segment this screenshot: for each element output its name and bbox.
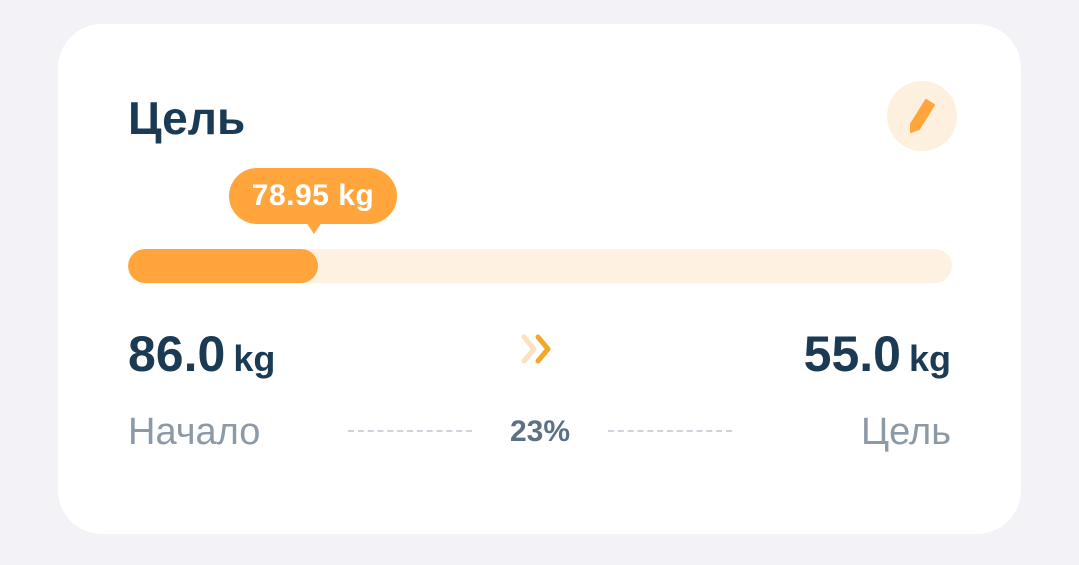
- dashed-divider-right: [608, 430, 732, 432]
- start-label: Начало: [128, 411, 261, 453]
- pencil-icon: [910, 99, 935, 133]
- progress-bar: [128, 249, 952, 283]
- dashed-divider-left: [348, 430, 472, 432]
- goal-weight: 55.0 kg: [804, 326, 951, 382]
- goal-card: Цель 78.95 kg 86.0 kg 55.0 kg Начало 23%…: [58, 24, 1021, 534]
- start-weight-value: 86.0: [128, 326, 226, 382]
- start-weight-unit: kg: [233, 338, 276, 379]
- current-weight-tooltip: 78.95 kg: [229, 168, 397, 224]
- goal-label: Цель: [861, 411, 951, 453]
- edit-goal-button[interactable]: [887, 81, 957, 151]
- card-title: Цель: [128, 92, 246, 144]
- progress-fill: [128, 249, 318, 283]
- start-weight: 86.0 kg: [128, 326, 275, 382]
- goal-weight-value: 55.0: [803, 326, 901, 382]
- current-weight-value: 78.95 kg: [251, 179, 375, 212]
- progress-percent: 23%: [509, 415, 571, 448]
- double-chevron-right-icon: [521, 334, 551, 364]
- goal-weight-unit: kg: [908, 338, 951, 379]
- tooltip-pointer: [306, 222, 322, 234]
